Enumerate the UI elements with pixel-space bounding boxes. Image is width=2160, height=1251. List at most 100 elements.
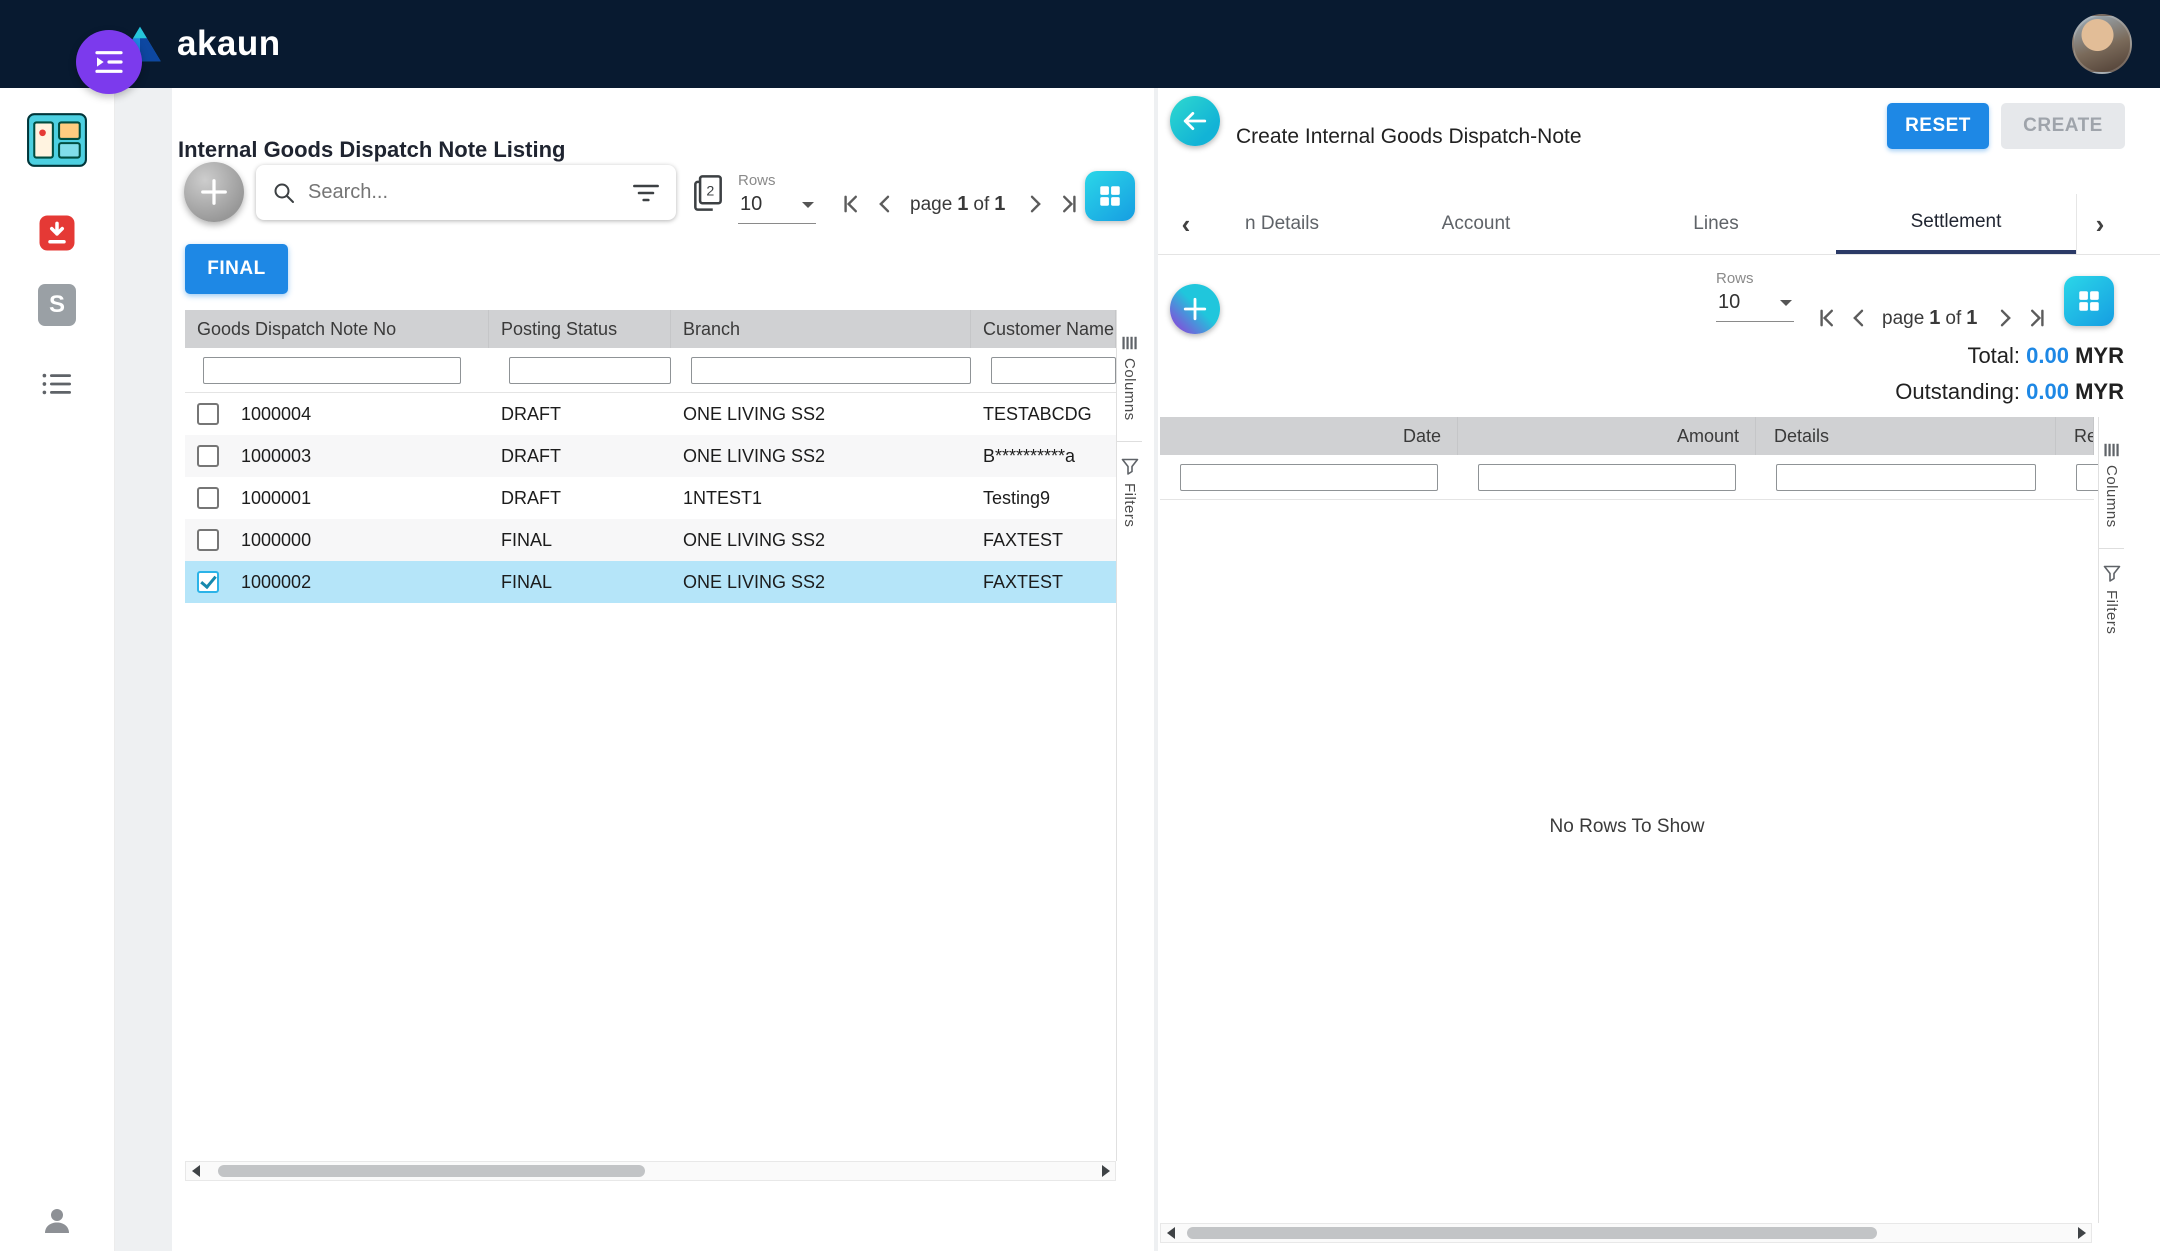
- filter-list-icon[interactable]: [632, 182, 660, 204]
- filter-branch-input[interactable]: [691, 356, 971, 384]
- total-amount: 0.00: [2026, 343, 2069, 368]
- duplicate-pages-icon[interactable]: 2: [692, 174, 724, 217]
- grid-view-button[interactable]: [2064, 276, 2114, 326]
- prev-page-button[interactable]: [872, 191, 898, 217]
- rows-value: 10: [1718, 291, 1741, 313]
- columns-tool-tab[interactable]: Columns: [1121, 330, 1138, 437]
- expand-menu-icon: [95, 51, 123, 73]
- horizontal-scrollbar: [1160, 1223, 2092, 1243]
- col-header-note-no[interactable]: Goods Dispatch Note No: [185, 310, 489, 348]
- filter-customer-name-input[interactable]: [991, 356, 1116, 384]
- last-page-button[interactable]: [1056, 191, 1082, 217]
- tab-account[interactable]: Account: [1356, 194, 1596, 254]
- col-header-re[interactable]: Re: [2056, 417, 2094, 455]
- row-checkbox[interactable]: [197, 529, 219, 551]
- tabs-scroll-left-button[interactable]: ‹: [1166, 194, 1206, 254]
- page-indicator: page 1 of 1: [1882, 306, 1978, 329]
- add-settlement-button[interactable]: [1170, 284, 1220, 334]
- col-header-date[interactable]: Date: [1160, 417, 1458, 455]
- search-input[interactable]: [306, 180, 622, 205]
- search-icon: [274, 183, 294, 203]
- table-row[interactable]: 1000000 FINAL ONE LIVING SS2 FAXTEST: [185, 519, 1116, 561]
- last-page-button[interactable]: [2024, 305, 2050, 331]
- grip-icon: [2103, 443, 2119, 457]
- row-checkbox[interactable]: [197, 403, 219, 425]
- chevron-down-icon: [1780, 299, 1792, 312]
- tab-lines[interactable]: Lines: [1596, 194, 1836, 254]
- scroll-left-arrow[interactable]: [1161, 1224, 1177, 1242]
- rows-label: Rows: [738, 172, 776, 189]
- first-page-button[interactable]: [838, 191, 864, 217]
- back-button[interactable]: [1170, 96, 1220, 146]
- empty-state-message: No Rows To Show: [1549, 816, 1705, 837]
- page-indicator: page 1 of 1: [910, 192, 1006, 215]
- filters-tool-tab[interactable]: Filters: [1121, 452, 1139, 543]
- tab-settlement[interactable]: Settlement: [1836, 194, 2076, 254]
- next-page-button[interactable]: [1992, 305, 2018, 331]
- icon-sidebar: S: [0, 88, 115, 1251]
- listing-title: Internal Goods Dispatch Note Listing: [178, 136, 566, 162]
- scrollbar-thumb[interactable]: [1187, 1227, 1877, 1239]
- table-row-selected[interactable]: 1000002 FINAL ONE LIVING SS2 FAXTEST: [185, 561, 1116, 603]
- create-button[interactable]: CREATE: [2001, 103, 2125, 149]
- grid-side-bar: Columns Filters: [1116, 310, 1142, 1161]
- row-checkbox[interactable]: [197, 487, 219, 509]
- user-avatar[interactable]: [2072, 14, 2132, 74]
- table-filter-row: [185, 348, 1116, 393]
- app-launcher-icon[interactable]: [0, 112, 114, 168]
- profile-icon[interactable]: [0, 1203, 114, 1239]
- scrollbar-thumb[interactable]: [218, 1165, 645, 1177]
- filter-posting-status-input[interactable]: [509, 356, 671, 384]
- divider: [2099, 547, 2124, 549]
- col-header-posting-status[interactable]: Posting Status: [489, 310, 671, 348]
- app-root: akaun S Internal Goods Dispatch Note Lis…: [0, 0, 2160, 1251]
- filters-tool-tab[interactable]: Filters: [2103, 559, 2121, 650]
- listing-panel: Internal Goods Dispatch Note Listing 2 R…: [172, 88, 1154, 1251]
- create-panel: Create Internal Goods Dispatch-Note RESE…: [1158, 88, 2160, 1251]
- filter-amount-input[interactable]: [1478, 463, 1736, 491]
- scroll-left-arrow[interactable]: [186, 1162, 202, 1180]
- filter-details-input[interactable]: [1776, 463, 2036, 491]
- search-box: [256, 165, 676, 220]
- row-checkbox-checked[interactable]: [197, 571, 219, 593]
- final-filter-button[interactable]: FINAL: [185, 244, 288, 294]
- next-page-button[interactable]: [1022, 191, 1048, 217]
- rows-value: 10: [740, 193, 763, 215]
- add-dispatch-note-button[interactable]: [184, 162, 244, 222]
- grid-view-button[interactable]: [1085, 171, 1135, 221]
- col-header-customer-name[interactable]: Customer Name: [971, 310, 1116, 348]
- filter-date-input[interactable]: [1180, 463, 1438, 491]
- table-row[interactable]: 1000004 DRAFT ONE LIVING SS2 TESTABCDG: [185, 393, 1116, 435]
- sidebar-toggle-button[interactable]: [76, 30, 142, 94]
- s-document-icon[interactable]: S: [0, 284, 114, 326]
- scroll-right-arrow[interactable]: [2075, 1224, 2091, 1242]
- table-filter-row: [1160, 455, 2116, 500]
- col-header-amount[interactable]: Amount: [1458, 417, 1756, 455]
- first-page-button[interactable]: [1814, 305, 1840, 331]
- col-header-branch[interactable]: Branch: [671, 310, 971, 348]
- row-checkbox[interactable]: [197, 445, 219, 467]
- brand-name: akaun: [177, 24, 281, 63]
- columns-tool-tab[interactable]: Columns: [2103, 437, 2120, 544]
- rows-per-page-dropdown[interactable]: Rows 10: [738, 172, 816, 224]
- settlement-rows-per-page-dropdown[interactable]: Rows 10: [1716, 270, 1794, 322]
- list-menu-icon[interactable]: [0, 370, 114, 398]
- horizontal-scrollbar: [185, 1161, 1116, 1181]
- tabs-scroll-right-button[interactable]: ›: [2076, 194, 2123, 254]
- divider: [1117, 440, 1142, 442]
- create-panel-title: Create Internal Goods Dispatch-Note: [1236, 125, 1582, 149]
- pdf-tool-icon[interactable]: [0, 212, 114, 254]
- tab-main-details[interactable]: n Details: [1208, 194, 1356, 254]
- prev-page-button[interactable]: [1846, 305, 1872, 331]
- settlement-table: Date Amount Details Re: [1160, 417, 2116, 500]
- arrow-left-icon: [1183, 112, 1207, 130]
- filter-note-no-input[interactable]: [203, 356, 461, 384]
- scroll-right-arrow[interactable]: [1099, 1162, 1115, 1180]
- scrollbar-track[interactable]: [1177, 1224, 2075, 1242]
- settlement-totals: Total: 0.00 MYR Outstanding: 0.00 MYR: [1895, 338, 2124, 410]
- table-row[interactable]: 1000003 DRAFT ONE LIVING SS2 B**********…: [185, 435, 1116, 477]
- col-header-details[interactable]: Details: [1756, 417, 2056, 455]
- scrollbar-track[interactable]: [202, 1162, 1099, 1180]
- reset-button[interactable]: RESET: [1887, 103, 1989, 149]
- table-row[interactable]: 1000001 DRAFT 1NTEST1 Testing9: [185, 477, 1116, 519]
